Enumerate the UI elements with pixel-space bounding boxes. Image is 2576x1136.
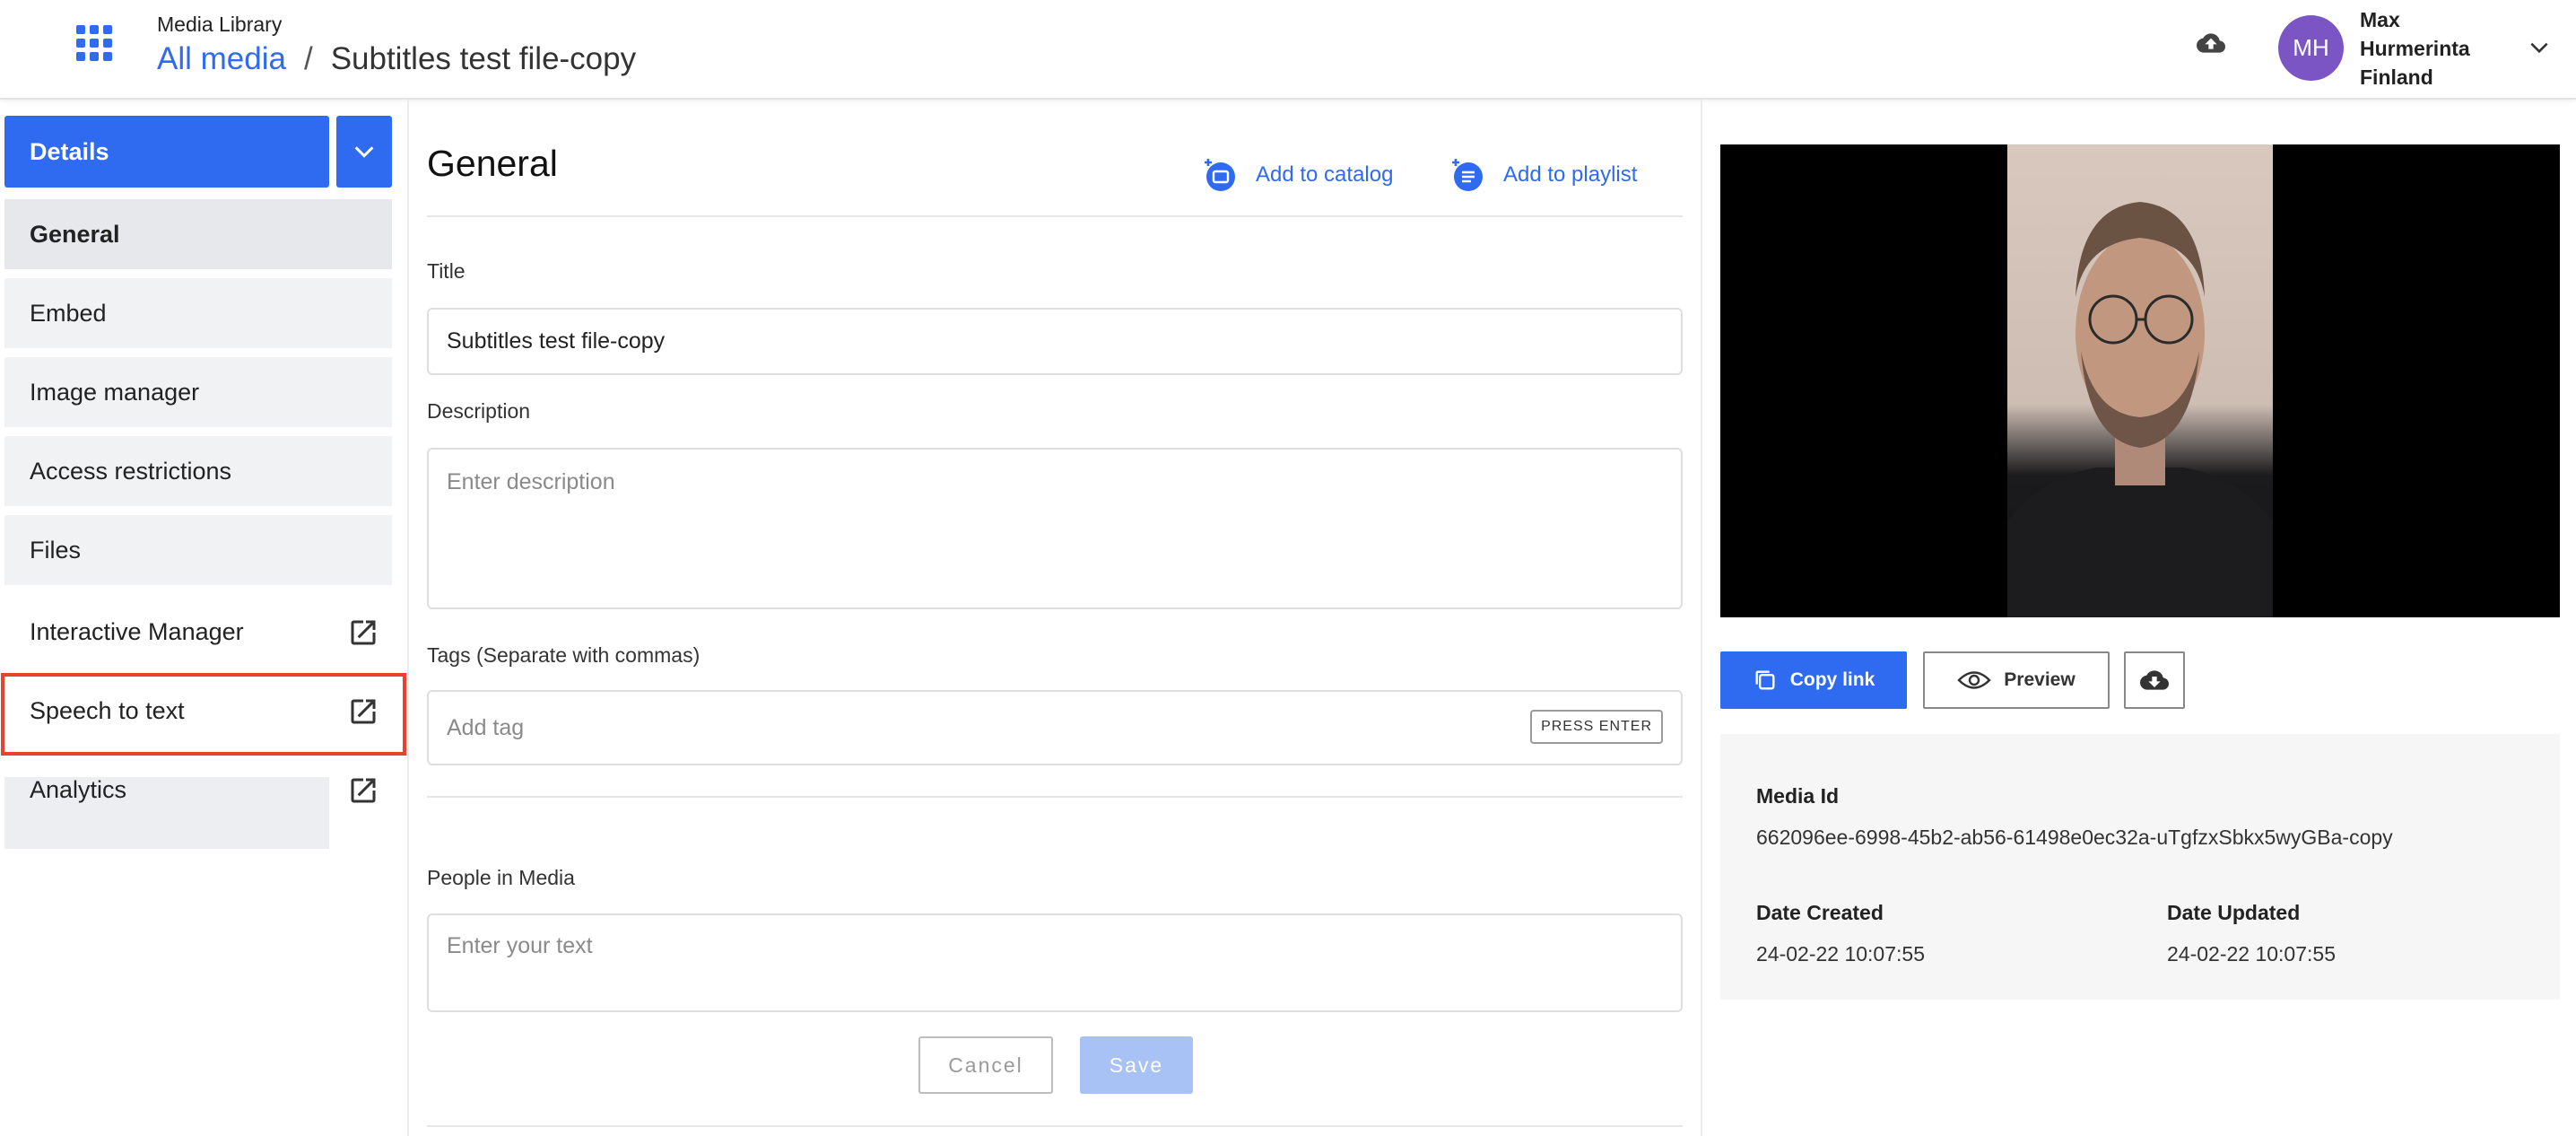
section-title: General	[427, 143, 558, 184]
tags-label: Tags (Separate with commas)	[427, 643, 701, 667]
sidebar-item-image-manager[interactable]: Image manager	[4, 357, 392, 427]
sidebar: Details General Embed Image manager Acce…	[0, 100, 409, 1136]
press-enter-hint: PRESS ENTER	[1530, 710, 1663, 744]
divider	[427, 215, 1683, 217]
media-details-page: Media Library All media / Subtitles test…	[0, 0, 2576, 1136]
add-playlist-icon	[1452, 159, 1483, 191]
breadcrumb-separator: /	[303, 41, 313, 76]
sidebar-item-embed[interactable]: Embed	[4, 278, 392, 348]
divider	[427, 796, 1683, 798]
app-name: Media Library	[157, 13, 283, 36]
breadcrumb: All media / Subtitles test file-copy	[157, 41, 636, 77]
sidebar-item-general[interactable]: General	[4, 199, 392, 269]
date-updated-value: 24-02-22 10:07:55	[2167, 942, 2336, 966]
media-id-value: 662096ee-6998-45b2-ab56-61498e0ec32a-uTg…	[1756, 826, 2393, 849]
sidebar-link-speech-to-text[interactable]: Speech to text	[4, 676, 392, 746]
user-first-name: Max	[2360, 8, 2400, 31]
add-to-catalog-label: Add to catalog	[1256, 162, 1394, 187]
sidebar-item-label: Speech to text	[30, 696, 185, 724]
media-id-label: Media Id	[1756, 784, 1840, 808]
cloud-download-icon	[2140, 670, 2169, 690]
cloud-upload-icon[interactable]	[2197, 29, 2225, 57]
sidebar-link-interactive-manager[interactable]: Interactive Manager	[4, 597, 392, 667]
add-to-playlist-button[interactable]: Add to playlist	[1449, 157, 1637, 193]
apps-grid-icon[interactable]	[76, 25, 112, 61]
sidebar-item-label: Embed	[30, 299, 107, 327]
media-preview-panel: Copy link Preview Media Id 662096ee-6998…	[1701, 100, 2576, 1136]
add-to-catalog-button[interactable]: Add to catalog	[1202, 157, 1393, 193]
open-in-new-icon[interactable]	[347, 616, 379, 649]
sidebar-item-files[interactable]: Files	[4, 515, 392, 585]
video-player[interactable]	[1720, 144, 2560, 617]
tags-placeholder: Add tag	[447, 714, 525, 740]
general-form: General Add to catalog Add to playlist T…	[409, 100, 1701, 1136]
preview-label: Preview	[2004, 669, 2076, 690]
chevron-down-icon	[354, 146, 374, 158]
video-thumbnail	[2007, 144, 2273, 617]
sidebar-item-label: Image manager	[30, 378, 200, 406]
sidebar-item-label: General	[30, 220, 120, 248]
media-info-box: Media Id 662096ee-6998-45b2-ab56-61498e0…	[1720, 734, 2560, 1000]
add-catalog-icon	[1205, 159, 1235, 191]
description-label: Description	[427, 399, 531, 423]
user-country: Finland	[2360, 66, 2433, 89]
date-created-value: 24-02-22 10:07:55	[1756, 942, 1925, 966]
title-input[interactable]: Subtitles test file-copy	[427, 308, 1683, 375]
sidebar-item-label: Analytics	[30, 775, 127, 803]
user-avatar[interactable]: MH	[2278, 15, 2344, 81]
breadcrumb-all-media-link[interactable]: All media	[157, 41, 286, 77]
sidebar-item-label: Files	[30, 536, 82, 564]
tags-input[interactable]: Add tag PRESS ENTER	[427, 690, 1683, 765]
top-header: Media Library All media / Subtitles test…	[0, 0, 2576, 100]
breadcrumb-current-page: Subtitles test file-copy	[330, 41, 637, 76]
download-button[interactable]	[2124, 651, 2185, 709]
date-updated-label: Date Updated	[2167, 901, 2301, 924]
sidebar-item-label: Interactive Manager	[30, 617, 244, 645]
people-label: People in Media	[427, 866, 575, 889]
open-in-new-icon[interactable]	[347, 695, 379, 728]
person-thumbnail-icon	[2007, 202, 2273, 617]
chevron-down-icon[interactable]	[2528, 36, 2551, 59]
copy-link-label: Copy link	[1789, 669, 1875, 690]
add-to-playlist-label: Add to playlist	[1503, 162, 1638, 187]
save-button[interactable]: Save	[1080, 1036, 1193, 1094]
description-input[interactable]: Enter description	[427, 448, 1683, 609]
title-label: Title	[427, 259, 466, 283]
details-dropdown-button[interactable]: Details	[4, 116, 329, 188]
sidebar-item-label: Access restrictions	[30, 457, 232, 485]
user-info[interactable]: Max Hurmerinta Finland	[2360, 5, 2470, 92]
sidebar-link-analytics[interactable]: Analytics	[4, 755, 392, 825]
open-in-new-icon[interactable]	[347, 774, 379, 807]
eye-icon	[1957, 671, 1991, 689]
divider	[427, 1125, 1683, 1127]
cancel-button[interactable]: Cancel	[918, 1036, 1053, 1094]
date-created-label: Date Created	[1756, 901, 1884, 924]
sidebar-item-access-restrictions[interactable]: Access restrictions	[4, 436, 392, 506]
copy-icon	[1755, 670, 1775, 690]
user-last-name: Hurmerinta	[2360, 37, 2470, 60]
details-dropdown-toggle[interactable]	[336, 116, 392, 188]
people-input[interactable]: Enter your text	[427, 913, 1683, 1012]
preview-button[interactable]: Preview	[1923, 651, 2110, 709]
copy-link-button[interactable]: Copy link	[1720, 651, 1907, 709]
